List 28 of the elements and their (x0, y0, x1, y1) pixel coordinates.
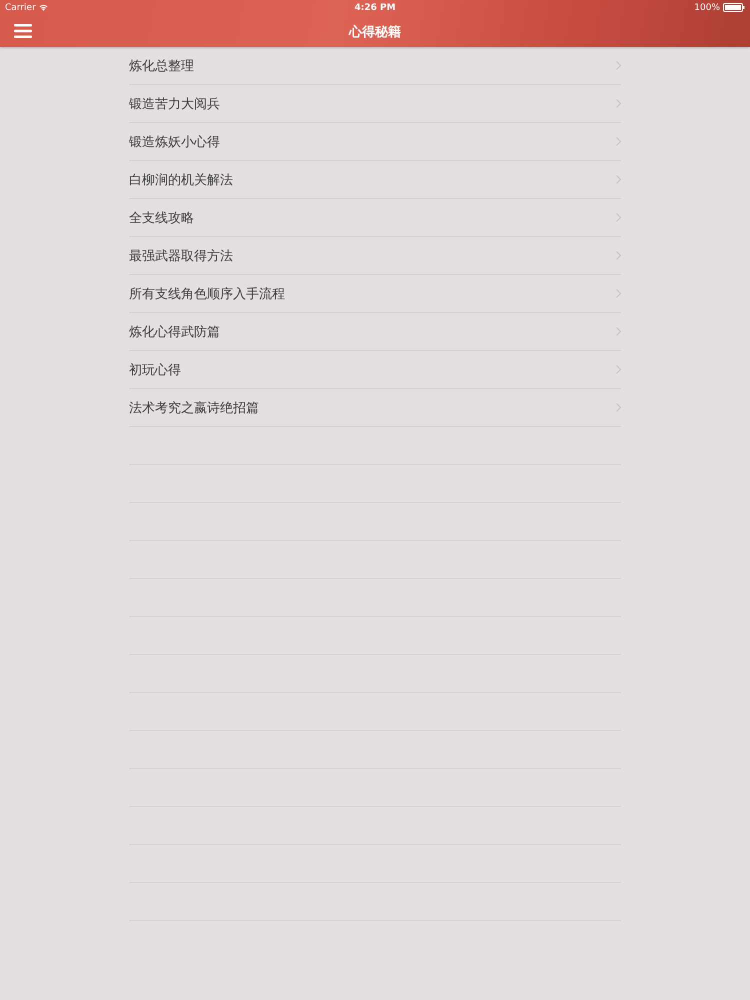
chevron-right-icon (616, 289, 621, 298)
list-item[interactable]: 初玩心得 (129, 351, 621, 389)
list-item[interactable]: 锻造苦力大阅兵 (129, 85, 621, 123)
list-item[interactable]: 法术考究之嬴诗绝招篇 (129, 389, 621, 427)
chevron-right-icon (616, 251, 621, 260)
clock-time: 4:26 PM (354, 2, 396, 12)
carrier-label: Carrier (5, 2, 36, 12)
menu-button[interactable] (14, 24, 32, 38)
battery-icon (723, 3, 746, 12)
menu-icon (14, 24, 32, 38)
chevron-right-icon (616, 61, 621, 70)
chevron-right-icon (616, 365, 621, 374)
list-item[interactable]: 最强武器取得方法 (129, 237, 621, 275)
chevron-right-icon (616, 213, 621, 222)
chevron-right-icon (616, 403, 621, 412)
list-item[interactable]: 炼化心得武防篇 (129, 313, 621, 351)
list-item[interactable]: 白柳涧的机关解法 (129, 161, 621, 199)
list-item[interactable]: 全支线攻略 (129, 199, 621, 237)
chevron-right-icon (616, 327, 621, 336)
chevron-right-icon (616, 175, 621, 184)
list-item[interactable]: 炼化总整理 (129, 47, 621, 85)
list-item[interactable]: 所有支线角色顺序入手流程 (129, 275, 621, 313)
chevron-right-icon (616, 99, 621, 108)
list-item[interactable]: 锻造炼妖小心得 (129, 123, 621, 161)
wifi-icon (38, 4, 48, 11)
chevron-right-icon (616, 137, 621, 146)
page-title: 心得秘籍 (349, 24, 401, 41)
battery-percent: 100% (694, 2, 720, 12)
